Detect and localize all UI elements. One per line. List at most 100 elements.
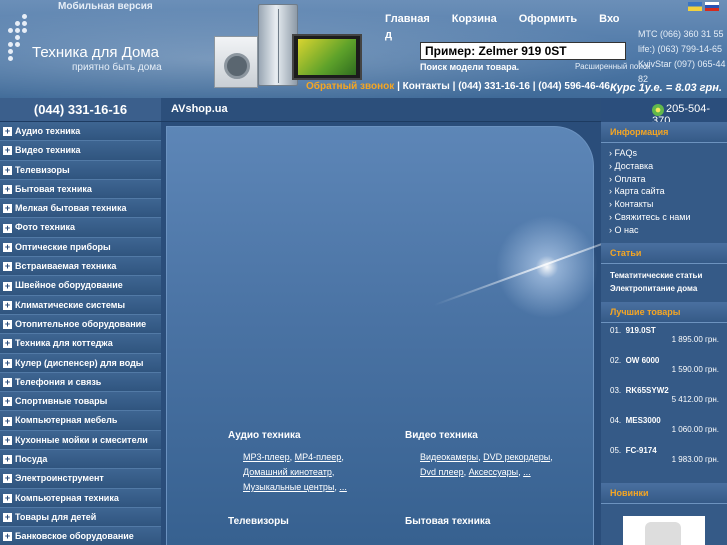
category-item[interactable]: + Мелкая бытовая техника (0, 199, 161, 219)
product-name[interactable]: MES3000 (626, 416, 661, 425)
ukrainian-flag-icon[interactable] (688, 2, 702, 11)
category-label: Банковское оборудование (15, 531, 134, 542)
nav-cart[interactable]: Корзина (452, 13, 497, 25)
appliance-title[interactable]: Бытовая техника (405, 516, 490, 527)
info-link[interactable]: Доставка (609, 160, 727, 173)
category-item[interactable]: + Спортивные товары (0, 392, 161, 412)
plus-icon[interactable]: + (3, 397, 12, 407)
nav-login[interactable]: Вхо (599, 13, 619, 25)
product-name[interactable]: OW 6000 (626, 356, 660, 365)
link-dvd-recorders[interactable]: DVD рекордеры (483, 452, 550, 462)
category-item[interactable]: + Климатические системы (0, 295, 161, 315)
category-item[interactable]: + Швейное оборудование (0, 276, 161, 296)
plus-icon[interactable]: + (3, 281, 12, 291)
product-number: 02. (610, 355, 622, 365)
category-item[interactable]: + Товары для детей (0, 507, 161, 528)
nav-home[interactable]: Главная (385, 13, 430, 25)
nav-checkout[interactable]: Оформить (519, 13, 577, 25)
product-name[interactable]: RK65SYW2 (626, 386, 669, 395)
plus-icon[interactable]: + (3, 300, 12, 310)
plus-icon[interactable]: + (3, 513, 12, 523)
plus-icon[interactable]: + (3, 339, 12, 349)
category-item[interactable]: + Электроинструмент (0, 469, 161, 489)
plus-icon[interactable]: + (3, 416, 12, 426)
category-item[interactable]: + Телевизоры (0, 160, 161, 180)
video-block: Видео техника Видеокамеры, DVD рекордеры… (405, 430, 553, 477)
info-link[interactable]: Карта сайта (609, 185, 727, 198)
link-mp3[interactable]: МР3-плеер (243, 452, 290, 462)
category-item[interactable]: + Посуда (0, 450, 161, 470)
category-item[interactable]: + Техника для коттеджа (0, 334, 161, 354)
link-home-theater[interactable]: Домашний кинотеатр (243, 467, 332, 477)
best-product-row[interactable]: 02. OW 6000 1 590.00 грн. (610, 356, 727, 386)
plus-icon[interactable]: + (3, 377, 12, 387)
link-audio-more[interactable]: ... (339, 482, 347, 492)
plus-icon[interactable]: + (3, 223, 12, 233)
mobile-version-link[interactable]: Мобильная версия (58, 1, 153, 12)
plus-icon[interactable]: + (3, 127, 12, 137)
best-product-row[interactable]: 01. 919.0ST 1 895.00 грн. (610, 326, 727, 356)
info-link[interactable]: Свяжитесь с нами (609, 211, 727, 224)
best-product-row[interactable]: 05. FC-9174 1 983.00 грн. (610, 446, 727, 476)
link-accessories[interactable]: Аксессуары (469, 467, 518, 477)
new-product-image[interactable] (623, 516, 705, 545)
plus-icon[interactable]: + (3, 242, 12, 252)
category-item[interactable]: + Фото техника (0, 218, 161, 238)
contacts-link[interactable]: Контакты (403, 81, 450, 92)
plus-icon[interactable]: + (3, 146, 12, 156)
plus-icon[interactable]: + (3, 165, 12, 175)
product-name[interactable]: FC-9174 (626, 446, 657, 455)
link-dvd-player[interactable]: Dvd плеер (420, 467, 464, 477)
best-product-row[interactable]: 03. RK65SYW2 5 412.00 грн. (610, 386, 727, 416)
best-product-row[interactable]: 04. MES3000 1 060.00 грн. (610, 416, 727, 446)
info-link[interactable]: Оплата (609, 173, 727, 186)
info-link[interactable]: Контакты (609, 198, 727, 211)
info-link[interactable]: О нас (609, 224, 727, 237)
category-item[interactable]: + Отопительное оборудование (0, 314, 161, 335)
plus-icon[interactable]: + (3, 455, 12, 465)
category-label: Телевизоры (15, 164, 70, 175)
audio-title[interactable]: Аудио техника (228, 430, 347, 441)
plus-icon[interactable]: + (3, 204, 12, 214)
link-mp4[interactable]: МР4-плеер (295, 452, 342, 462)
product-price: 1 060.00 грн. (671, 424, 719, 434)
russian-flag-icon[interactable] (705, 2, 719, 11)
logo-icon[interactable] (8, 14, 32, 66)
category-item[interactable]: + Телефония и связь (0, 372, 161, 393)
category-item[interactable]: + Бытовая техника (0, 179, 161, 200)
nav-login-tail[interactable]: д (385, 29, 392, 41)
top-nav: Главная Корзина Оформить Вхо д (385, 13, 620, 41)
link-camcorders[interactable]: Видеокамеры (420, 452, 478, 462)
category-item[interactable]: + Кулер (диспенсер) для воды (0, 353, 161, 373)
advanced-search-link[interactable]: Расширенный поиск (575, 62, 650, 71)
category-item[interactable]: + Кухонные мойки и смесители (0, 430, 161, 451)
category-item[interactable]: + Компьютерная мебель (0, 411, 161, 431)
plus-icon[interactable]: + (3, 185, 12, 195)
plus-icon[interactable]: + (3, 532, 12, 542)
info-link[interactable]: FAQs (609, 147, 727, 160)
category-item[interactable]: + Оптические приборы (0, 237, 161, 258)
plus-icon[interactable]: + (3, 320, 12, 330)
article-link[interactable]: Электропитание дома (610, 282, 727, 295)
link-music-centers[interactable]: Музыкальные центры (243, 482, 334, 492)
category-label: Встраиваемая техника (15, 261, 117, 272)
site-title[interactable]: Техника для Дома (32, 44, 159, 61)
category-item[interactable]: + Компьютерная техника (0, 488, 161, 508)
plus-icon[interactable]: + (3, 262, 12, 272)
category-item[interactable]: + Встраиваемая техника (0, 257, 161, 277)
category-item[interactable]: + Банковское оборудование (0, 527, 161, 545)
category-item[interactable]: + Видео техника (0, 141, 161, 161)
article-link[interactable]: Тематитические статьи (610, 269, 727, 282)
plus-icon[interactable]: + (3, 435, 12, 445)
link-video-more[interactable]: ... (523, 467, 531, 477)
plus-icon[interactable]: + (3, 474, 12, 484)
plus-icon[interactable]: + (3, 358, 12, 368)
plus-icon[interactable]: + (3, 493, 12, 503)
tv-title[interactable]: Телевизоры (228, 516, 289, 527)
video-title[interactable]: Видео техника (405, 430, 553, 441)
product-name[interactable]: 919.0ST (626, 326, 656, 335)
callback-link[interactable]: Обратный звонок (306, 81, 394, 92)
category-label: Компьютерная техника (15, 492, 119, 503)
category-item[interactable]: + Аудио техника (0, 122, 161, 142)
search-input[interactable]: Пример: Zelmer 919 0ST (420, 42, 626, 60)
